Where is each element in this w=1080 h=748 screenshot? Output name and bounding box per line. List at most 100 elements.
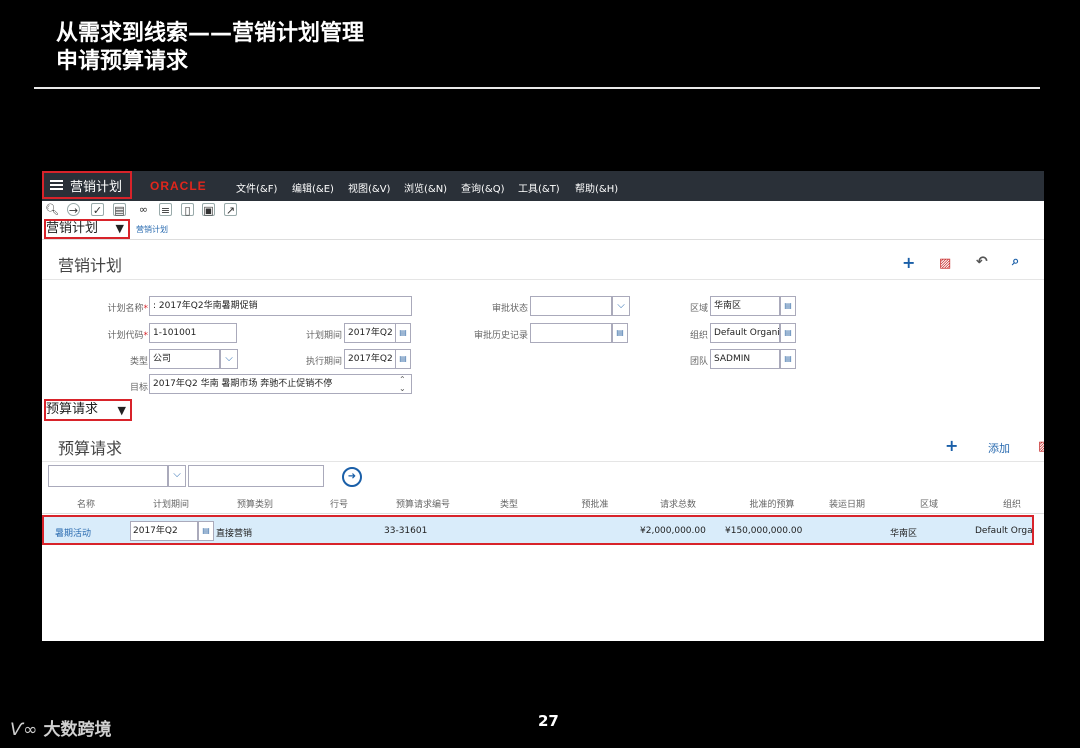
brand-mark-icon: Ѵ∞ xyxy=(10,720,38,740)
organization-label: 组织 xyxy=(689,331,708,341)
exec-period-picker-icon[interactable]: ▤ xyxy=(395,349,411,369)
query-field-chevron-icon[interactable]: ⌵ xyxy=(168,465,186,487)
team-label: 团队 xyxy=(689,357,708,367)
approval-history-field[interactable] xyxy=(530,323,612,343)
row-approved-budget: ¥150,000,000.00 xyxy=(725,526,803,536)
budget-list-header xyxy=(42,427,1044,462)
col-header[interactable]: 行号 xyxy=(306,497,372,510)
delete-budget-icon[interactable]: ▨ xyxy=(1038,439,1044,454)
delete-icon[interactable]: ▨ xyxy=(939,256,951,271)
plan-name-label: 计划名称* xyxy=(107,304,148,314)
budget-grid-header: 名称 计划期间 预算类别 行号 预算请求编号 类型 预批准 请求总数 批准的预算… xyxy=(42,491,1044,514)
plan-code-label: 计划代码* xyxy=(107,331,148,341)
row-category: 直接营销 xyxy=(216,529,253,539)
team-field[interactable]: SADMIN xyxy=(710,349,780,369)
col-header[interactable]: 预算类别 xyxy=(222,497,288,510)
budget-view-selector[interactable]: 预算请求 ▼ xyxy=(44,399,132,421)
slide-title-line2: 申请预算请求 xyxy=(56,49,189,74)
forward-icon[interactable]: → xyxy=(67,203,80,217)
row-request-no: 33-31601 xyxy=(384,526,428,536)
query-search-icon[interactable]: ⌕ xyxy=(1012,254,1019,269)
toolbar: 🔍︎ → ✓ ▤ ∞ ≡ ▯ ▣ ↗ xyxy=(42,201,1044,219)
page-number: 27 xyxy=(538,712,559,730)
col-header[interactable]: 请求总数 xyxy=(642,497,714,510)
col-header[interactable]: 批准的预算 xyxy=(732,497,812,510)
menu-query[interactable]: 查询(&Q) xyxy=(461,180,504,195)
menu-navigate[interactable]: 浏览(&N) xyxy=(404,180,447,195)
budget-view-label: 预算请求 xyxy=(46,402,99,417)
plan-name-value: 2017年Q2华南暑期促销 xyxy=(158,301,258,311)
type-label: 类型 xyxy=(129,357,148,367)
exec-period-label: 执行期间 xyxy=(305,357,342,367)
col-header[interactable]: 预批准 xyxy=(562,497,628,510)
query-value-input[interactable] xyxy=(188,465,324,487)
app-menu-label: 营销计划 xyxy=(70,179,123,195)
row-organization: Default Organization xyxy=(975,526,1032,536)
app-menu-button[interactable]: 营销计划 xyxy=(42,171,132,199)
col-header[interactable]: 名称 xyxy=(56,497,116,510)
clipboard-check-icon[interactable]: ✓ xyxy=(91,203,104,217)
region-field[interactable]: 华南区 xyxy=(710,296,780,316)
add-icon[interactable]: + xyxy=(902,253,915,272)
row-region: 华南区 xyxy=(890,529,918,539)
menu-view[interactable]: 视图(&V) xyxy=(348,180,390,195)
approval-status-chevron-icon[interactable]: ⌵ xyxy=(612,296,630,316)
link-icon[interactable]: ∞ xyxy=(137,203,150,216)
slide-title-line1: 从需求到线索——营销计划管理 xyxy=(56,21,365,46)
region-picker-icon[interactable]: ▤ xyxy=(780,296,796,316)
organization-picker-icon[interactable]: ▤ xyxy=(780,323,796,343)
approval-status-label: 审批状态 xyxy=(491,304,528,314)
row-plan-period-picker-icon[interactable]: ▤ xyxy=(198,521,214,541)
list-icon[interactable]: ≡ xyxy=(159,203,172,217)
plan-code-field[interactable]: 1-101001 xyxy=(149,323,237,343)
approval-status-field[interactable] xyxy=(530,296,612,316)
search-icon[interactable]: 🔍︎ xyxy=(45,203,59,216)
approval-history-label: 审批历史记录 xyxy=(473,331,528,341)
add-budget-button[interactable]: 添加 xyxy=(988,440,1010,456)
team-picker-icon[interactable]: ▤ xyxy=(780,349,796,369)
approval-history-picker-icon[interactable]: ▤ xyxy=(612,323,628,343)
chart-icon[interactable]: ↗ xyxy=(224,203,237,217)
query-field-select[interactable] xyxy=(48,465,168,487)
breadcrumb[interactable]: 营销计划 xyxy=(136,224,168,235)
col-header[interactable]: 类型 xyxy=(476,497,542,510)
col-header[interactable]: 预算请求编号 xyxy=(382,497,464,510)
menu-tools[interactable]: 工具(&T) xyxy=(518,180,560,195)
table-row[interactable]: 暑期活动 2017年Q2 ▤ 直接营销 33-31601 ¥2,000,000.… xyxy=(42,515,1034,545)
hamburger-icon xyxy=(50,180,63,190)
go-arrow-icon[interactable]: ➜ xyxy=(342,467,362,487)
menu-help[interactable]: 帮助(&H) xyxy=(575,180,618,195)
brand-name: 大数跨境 xyxy=(43,720,112,740)
col-header[interactable]: 区域 xyxy=(896,497,962,510)
organization-field[interactable]: Default Organization xyxy=(710,323,780,343)
exec-period-field[interactable]: 2017年Q2 xyxy=(344,349,396,369)
type-field[interactable]: 公司 xyxy=(149,349,220,369)
undo-icon[interactable]: ↶ xyxy=(976,254,988,270)
region-label: 区域 xyxy=(689,304,708,314)
view-bar: 营销计划 ▼ 营销计划 xyxy=(42,219,1044,240)
plan-period-field[interactable]: 2017年Q2 xyxy=(344,323,396,343)
row-name-link[interactable]: 暑期活动 xyxy=(55,526,91,539)
oracle-logo: ORACLE xyxy=(150,179,207,193)
view-selector[interactable]: 营销计划 ▼ xyxy=(44,219,130,239)
form-title: 营销计划 xyxy=(58,256,123,275)
add-budget-icon[interactable]: + xyxy=(945,436,958,455)
print-icon[interactable]: ▣ xyxy=(202,203,215,217)
document-icon[interactable]: ▯ xyxy=(181,203,194,217)
objective-stepper-icon[interactable]: ⌃ ⌄ xyxy=(399,375,406,393)
paste-icon[interactable]: ▤ xyxy=(113,203,126,217)
plan-name-field[interactable]: : 2017年Q2华南暑期促销 xyxy=(149,296,412,316)
row-plan-period-field[interactable]: 2017年Q2 xyxy=(130,521,198,541)
menu-file[interactable]: 文件(&F) xyxy=(236,180,277,195)
caret-down-icon: ▼ xyxy=(115,222,124,235)
objective-label: 目标 xyxy=(129,383,148,393)
col-header[interactable]: 装运日期 xyxy=(814,497,880,510)
caret-down-icon: ▼ xyxy=(117,404,126,417)
objective-field[interactable]: 2017年Q2 华南 暑期市场 奔驰不止促销不停 xyxy=(149,374,412,394)
col-header[interactable]: 组织 xyxy=(982,497,1042,510)
plan-period-picker-icon[interactable]: ▤ xyxy=(395,323,411,343)
col-header[interactable]: 计划期间 xyxy=(138,497,204,510)
brand-logo: Ѵ∞ 大数跨境 xyxy=(10,715,111,740)
type-dropdown-chevron-icon[interactable]: ⌵ xyxy=(220,349,238,369)
menu-edit[interactable]: 编辑(&E) xyxy=(292,180,334,195)
